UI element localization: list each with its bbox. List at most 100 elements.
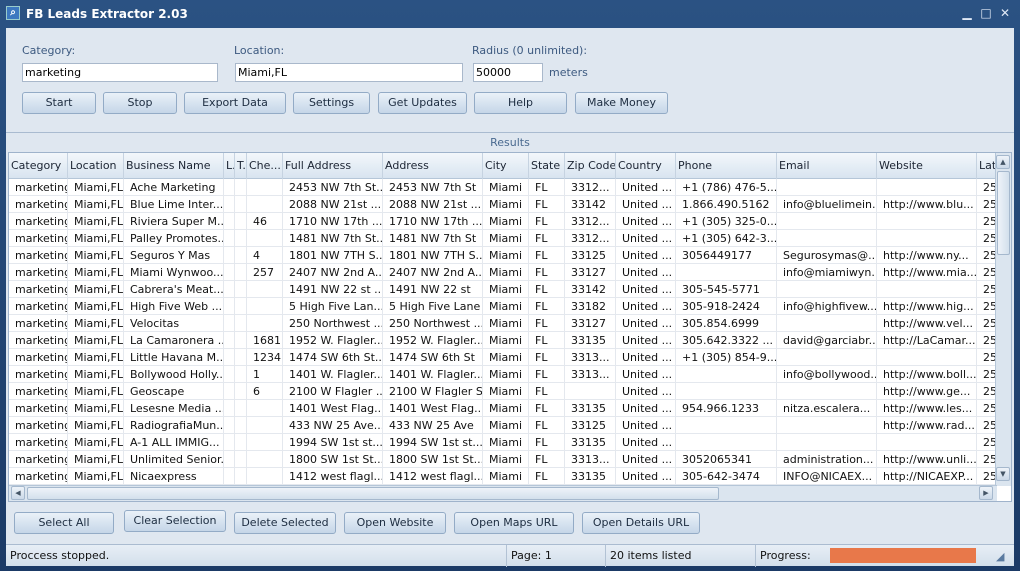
scroll-down-icon[interactable]: ▼ [996,467,1010,481]
table-cell: http://NICAEXP... [877,468,977,485]
column-header[interactable]: Business Name [124,153,224,179]
table-cell: Cabrera's Meat... [124,281,224,298]
table-cell: United ... [616,400,676,417]
table-cell: Miami Wynwoo... [124,264,224,281]
column-header[interactable]: Address [383,153,483,179]
table-cell: 1474 SW 6th St... [283,349,383,366]
table-cell: 33127 [565,315,616,332]
table-row[interactable]: marketing Miami,FL Unlimited Senior... 1800… [9,451,1007,468]
minimize-icon[interactable]: ▁ [960,6,974,20]
column-header[interactable]: Che... [247,153,283,179]
export-data-button[interactable]: Export Data [184,92,286,114]
delete-selected-button[interactable]: Delete Selected [234,512,336,534]
table-cell [224,332,235,349]
stop-button[interactable]: Stop [103,92,177,114]
table-cell: United ... [616,451,676,468]
column-header[interactable]: Zip Code [565,153,616,179]
column-header[interactable]: City [483,153,529,179]
maximize-icon[interactable]: □ [979,6,993,20]
table-cell: INFO@NICAEX... [777,468,877,485]
table-row[interactable]: marketing Miami,FL Little Havana M... 1234 1… [9,349,1007,366]
column-header[interactable]: Website [877,153,977,179]
table-row[interactable]: marketing Miami,FL RadiografiaMun... 433 NW… [9,417,1007,434]
resize-grip-icon[interactable]: ◢ [996,550,1004,563]
table-row[interactable]: marketing Miami,FL High Five Web ... 5 High… [9,298,1007,315]
column-header[interactable]: State [529,153,565,179]
table-cell: FL [529,417,565,434]
column-header[interactable]: Country [616,153,676,179]
table-row[interactable]: marketing Miami,FL Ache Marketing 2453 NW 7… [9,179,1007,196]
scroll-up-icon[interactable]: ▲ [996,155,1010,169]
table-row[interactable]: marketing Miami,FL La Camaronera ... 1681 19… [9,332,1007,349]
table-row[interactable]: marketing Miami,FL Bollywood Holly... 1 1401… [9,366,1007,383]
open-details-url-button[interactable]: Open Details URL [582,512,700,534]
table-cell: marketing [9,298,68,315]
table-cell: http://www.vel... [877,315,977,332]
table-cell: Miami [483,383,529,400]
column-header[interactable]: Category [9,153,68,179]
settings-button[interactable]: Settings [293,92,370,114]
progress-bar [830,548,976,563]
table-row[interactable]: marketing Miami,FL Nicaexpress 1412 west fl… [9,468,1007,485]
table-cell: marketing [9,247,68,264]
scroll-right-icon[interactable]: ▶ [979,486,993,500]
table-row[interactable]: marketing Miami,FL Cabrera's Meat... 1491 N… [9,281,1007,298]
help-button[interactable]: Help [474,92,567,114]
table-cell: Miami,FL [68,332,124,349]
table-row[interactable]: marketing Miami,FL Seguros Y Mas 4 1801 NW 7… [9,247,1007,264]
table-cell: http://www.ge... [877,383,977,400]
get-updates-button[interactable]: Get Updates [378,92,467,114]
radius-input[interactable] [473,63,543,82]
table-cell [235,349,247,366]
table-row[interactable]: marketing Miami,FL Riviera Super M... 46 171… [9,213,1007,230]
table-cell: http://LaCamar... [877,332,977,349]
table-cell: Seguros Y Mas [124,247,224,264]
table-row[interactable]: marketing Miami,FL Velocitas 250 Northwest … [9,315,1007,332]
table-cell: 1952 W. Flagler... [383,332,483,349]
column-header[interactable]: L. [224,153,235,179]
table-cell [224,434,235,451]
table-row[interactable]: marketing Miami,FL Blue Lime Inter... 2088 … [9,196,1007,213]
table-cell: United ... [616,230,676,247]
select-all-button[interactable]: Select All [14,512,114,534]
table-row[interactable]: marketing Miami,FL Geoscape 6 2100 W Flagler… [9,383,1007,400]
table-row[interactable]: marketing Miami,FL Palley Promotes... 1481 … [9,230,1007,247]
table-cell [247,298,283,315]
column-header[interactable]: Location [68,153,124,179]
table-cell: La Camaronera ... [124,332,224,349]
category-input[interactable] [22,63,218,82]
open-maps-url-button[interactable]: Open Maps URL [454,512,574,534]
vertical-scrollbar[interactable]: ▲ ▼ [995,153,1011,486]
horizontal-scroll-thumb[interactable] [27,487,719,500]
location-input[interactable] [235,63,463,82]
horizontal-scrollbar[interactable]: ◀ ▶ [9,485,997,501]
table-row[interactable]: marketing Miami,FL Miami Wynwoo... 257 2407 … [9,264,1007,281]
table-cell: 305.854.6999 [676,315,777,332]
start-button[interactable]: Start [22,92,96,114]
column-header[interactable]: T. [235,153,247,179]
table-cell: info@highfivew... [777,298,877,315]
clear-selection-button[interactable]: Clear Selection [124,510,226,532]
table-cell: 6 [247,383,283,400]
column-header[interactable]: Email [777,153,877,179]
scroll-left-icon[interactable]: ◀ [11,486,25,500]
results-table[interactable]: Category Location Business Name L. T. Che... F… [8,152,1012,502]
make-money-button[interactable]: Make Money [575,92,668,114]
category-label: Category: [22,44,76,57]
radius-unit: meters [549,66,588,79]
column-header[interactable]: Phone [676,153,777,179]
table-cell [235,383,247,400]
table-row[interactable]: marketing Miami,FL Lesesne Media ... 1401 W… [9,400,1007,417]
vertical-scroll-thumb[interactable] [997,171,1010,255]
table-cell: Segurosymas@... [777,247,877,264]
open-website-button[interactable]: Open Website [344,512,446,534]
table-cell [247,400,283,417]
table-cell [235,434,247,451]
location-label: Location: [234,44,285,57]
table-row[interactable]: marketing Miami,FL A-1 ALL IMMIG... 1994 SW… [9,434,1007,451]
table-cell: 1481 NW 7th St... [283,230,383,247]
table-cell: United ... [616,298,676,315]
table-cell [224,366,235,383]
column-header[interactable]: Full Address [283,153,383,179]
close-icon[interactable]: ✕ [998,6,1012,20]
